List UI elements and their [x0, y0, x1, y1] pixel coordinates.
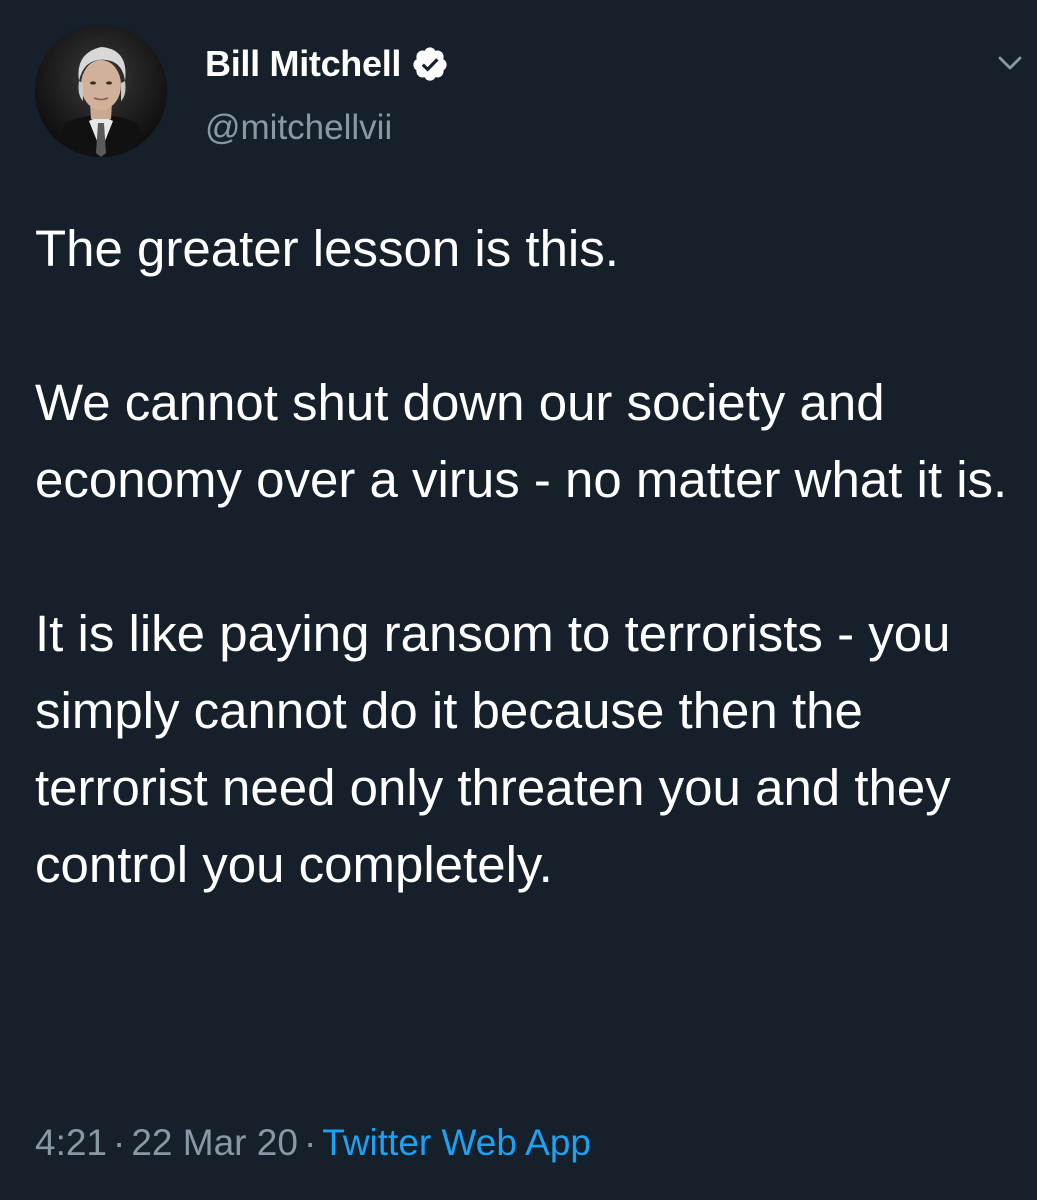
tweet-time[interactable]: 4:21	[35, 1122, 107, 1163]
verified-badge-icon	[411, 45, 449, 83]
chevron-down-icon[interactable]	[995, 48, 1025, 78]
tweet-source-link[interactable]: Twitter Web App	[322, 1122, 591, 1163]
avatar-photo	[35, 25, 167, 157]
tweet-paragraph: We cannot shut down our society and econ…	[35, 374, 1008, 508]
meta-separator: ·	[113, 1122, 126, 1163]
tweet-card: Bill Mitchell @mitchellvii The greater l…	[0, 0, 1037, 1200]
meta-separator: ·	[303, 1122, 317, 1163]
avatar[interactable]	[35, 25, 167, 157]
tweet-meta: 4:21 · 22 Mar 20 · Twitter Web App	[35, 1118, 591, 1168]
tweet-paragraph: The greater lesson is this.	[35, 220, 619, 277]
tweet-paragraph: It is like paying ransom to terrorists -…	[35, 605, 965, 893]
author-block[interactable]: Bill Mitchell	[205, 38, 449, 98]
author-display-name[interactable]: Bill Mitchell	[205, 43, 401, 85]
author-name-row: Bill Mitchell	[205, 38, 449, 90]
tweet-body: The greater lesson is this. We cannot sh…	[35, 210, 1025, 903]
tweet-date[interactable]: 22 Mar 20	[131, 1122, 298, 1163]
author-handle[interactable]: @mitchellvii	[205, 108, 392, 148]
